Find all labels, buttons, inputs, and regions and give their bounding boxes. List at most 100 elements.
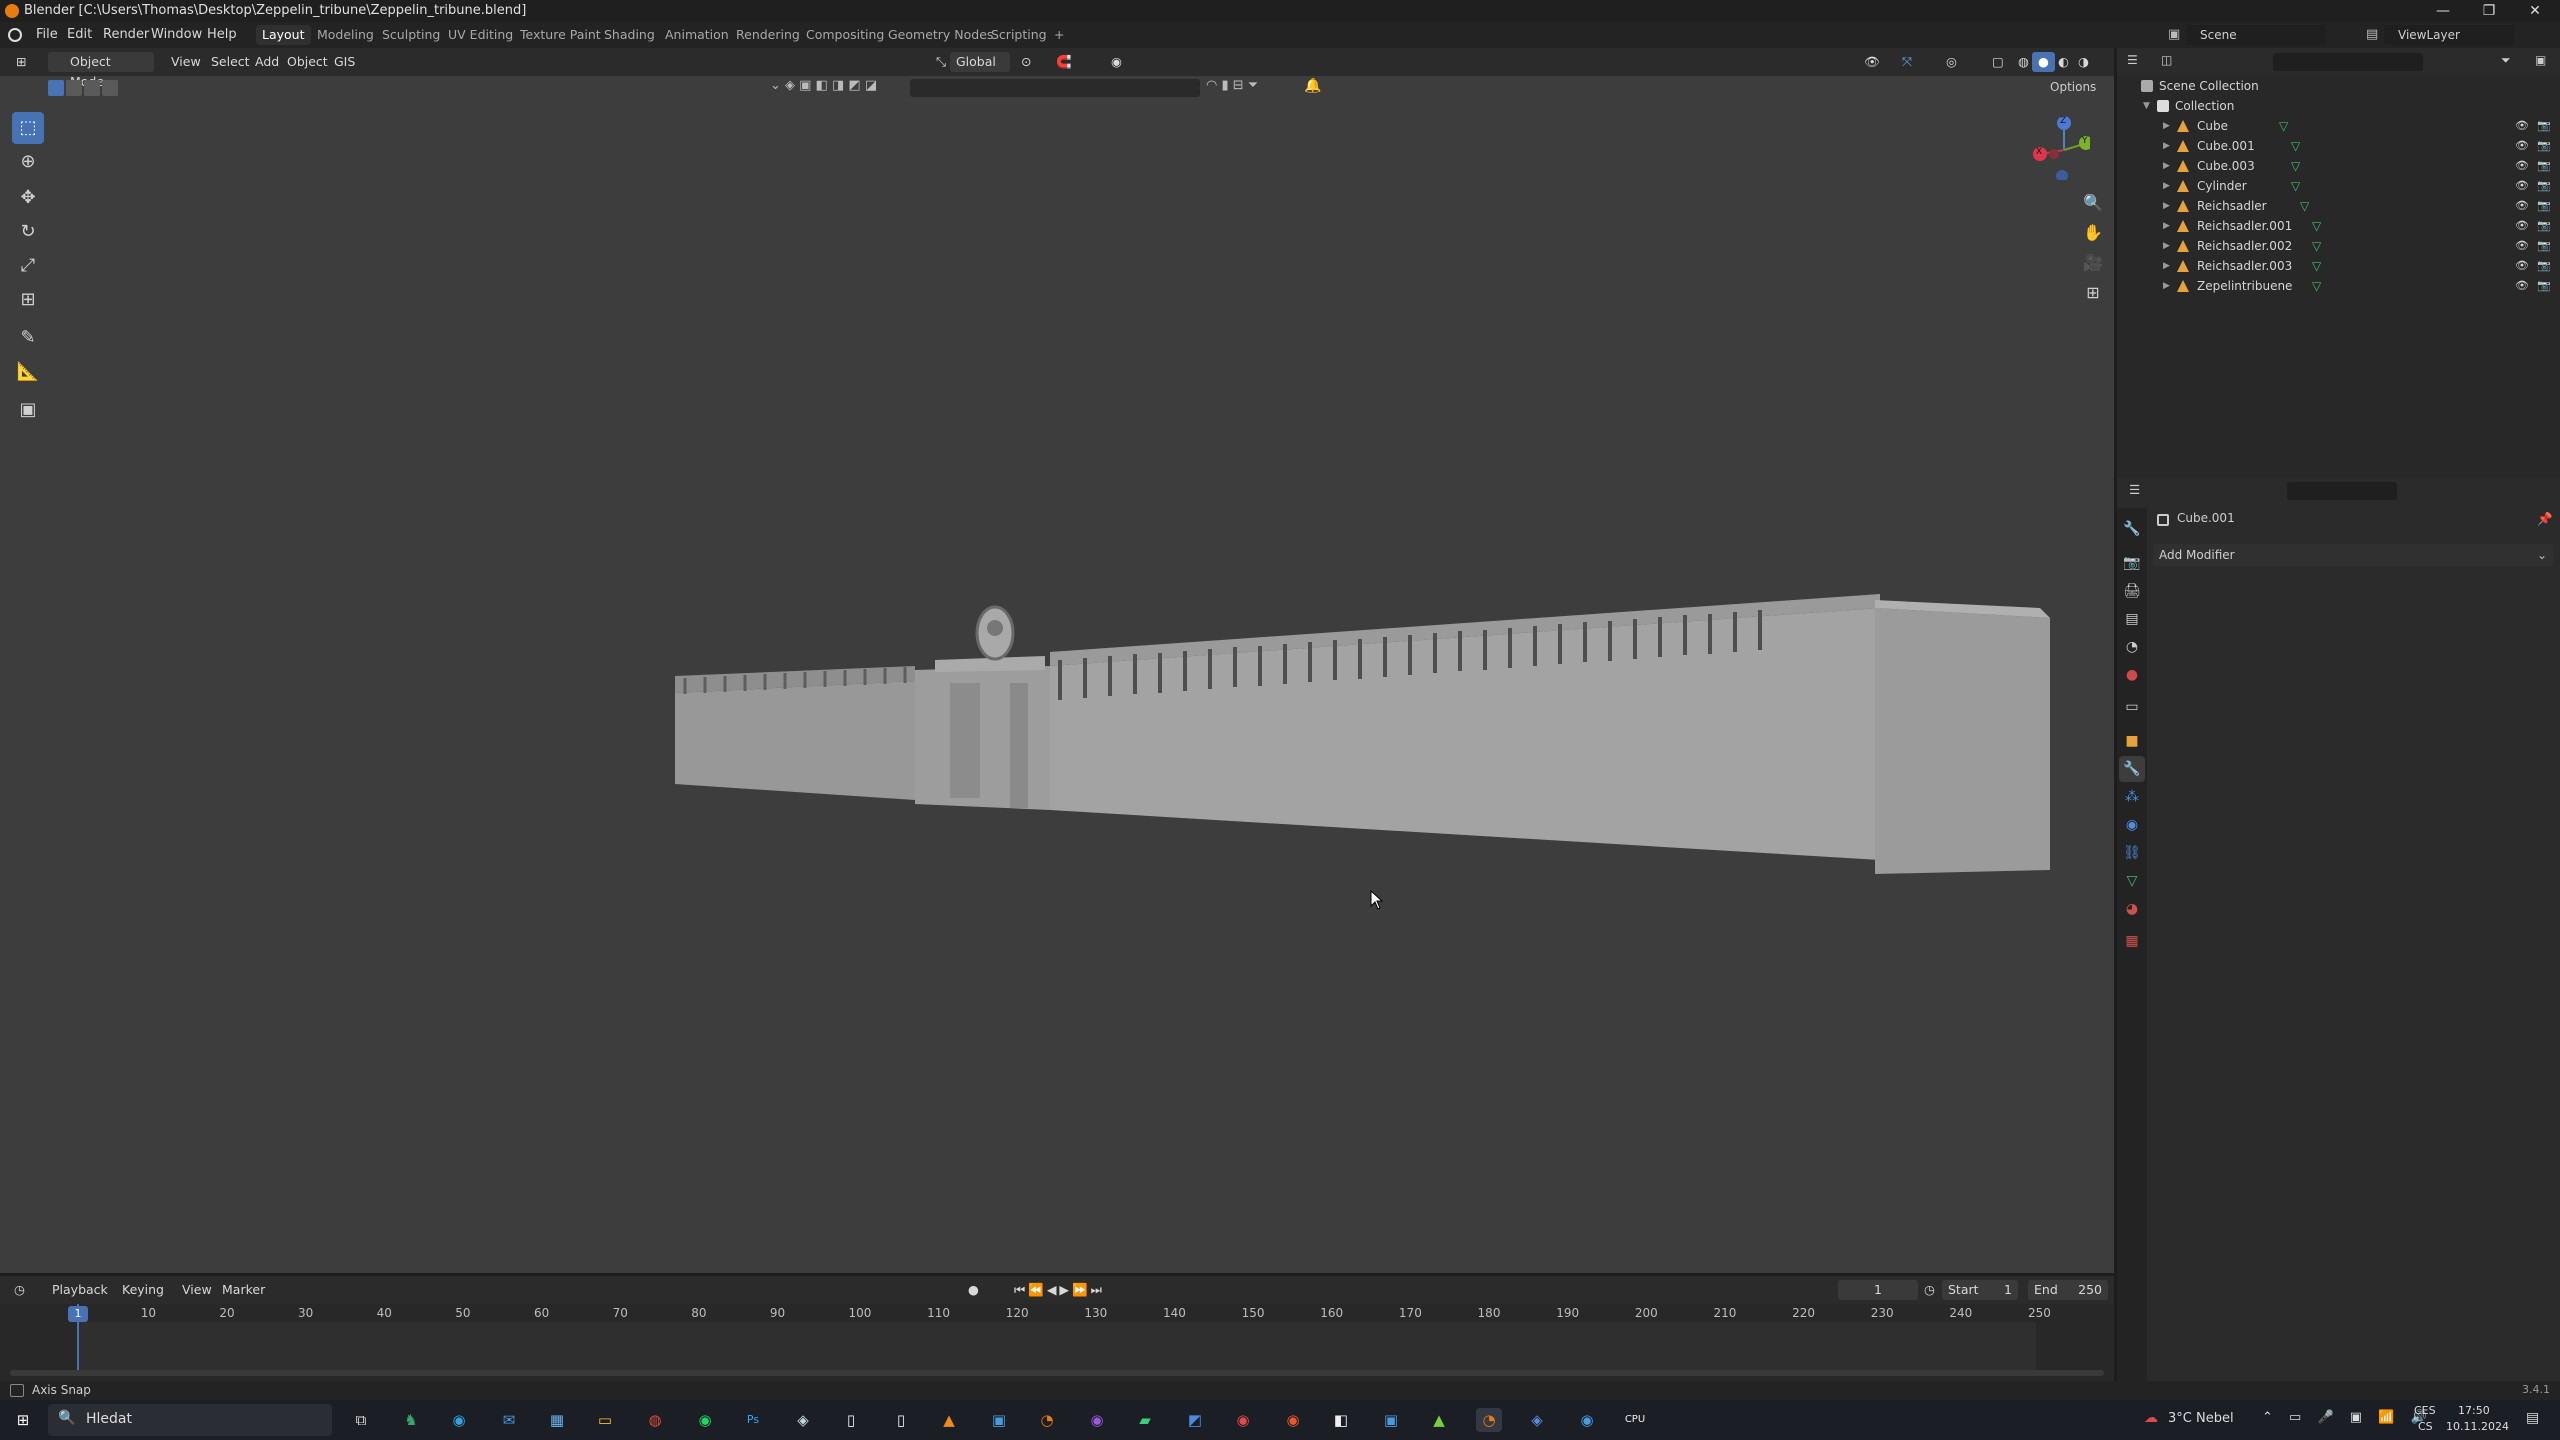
3d-viewport[interactable]: ⊞ Object Mode View Select Add Object GIS… xyxy=(0,48,2114,1273)
constraints-tab-icon[interactable]: ⛓ xyxy=(2119,840,2145,866)
notification-bell-icon[interactable]: 🔔 xyxy=(1304,78,1321,94)
pan-hand-icon[interactable]: ✋ xyxy=(2080,220,2106,246)
collapse-chevron-icon[interactable]: ▼ xyxy=(2143,96,2150,116)
chrome-icon[interactable]: ◍ xyxy=(642,1408,668,1432)
menu-render[interactable]: Render xyxy=(103,27,149,42)
outliner-item[interactable]: ▶ Cube ▽ 👁 📷 xyxy=(2117,116,2560,136)
tab-uv-editing[interactable]: UV Editing xyxy=(442,25,519,45)
menu-window[interactable]: Window xyxy=(151,27,202,42)
camera-view-icon[interactable]: 🎥 xyxy=(2080,250,2106,276)
add-cube-tool-icon[interactable]: ▣ xyxy=(12,394,44,426)
outliner-search-input[interactable] xyxy=(2273,53,2423,71)
weather-text[interactable]: 3°C Nebel xyxy=(2168,1411,2234,1426)
tab-geometry-nodes[interactable]: Geometry Nodes xyxy=(882,25,999,45)
clock-time[interactable]: 17:50 xyxy=(2458,1404,2490,1417)
scale-tool-icon[interactable]: ⤢ xyxy=(12,250,44,282)
app-icon-2[interactable]: ▣ xyxy=(986,1408,1012,1432)
filter-extra-icons[interactable]: ◠ ▮ ⊟ ⏷ xyxy=(1206,78,1258,93)
tab-animation[interactable]: Animation xyxy=(659,25,735,45)
render-camera-icon[interactable]: 📷 xyxy=(2537,196,2551,216)
outliner-item[interactable]: ▶ Reichsadler.002 ▽ 👁 📷 xyxy=(2117,236,2560,256)
transform-tool-icon[interactable]: ⊞ xyxy=(12,284,44,316)
expand-chevron-icon[interactable]: ▶ xyxy=(2163,196,2170,216)
app-icon-8[interactable]: ◧ xyxy=(1328,1408,1354,1432)
menu-gis[interactable]: GIS xyxy=(328,52,361,72)
outliner-item[interactable]: ▶ Reichsadler ▽ 👁 📷 xyxy=(2117,196,2560,216)
scene-tab-icon[interactable]: ◔ xyxy=(2119,634,2145,660)
outliner-editor-type-icon[interactable]: ☰ xyxy=(2127,53,2138,67)
tab-sculpting[interactable]: Sculpting xyxy=(376,25,446,45)
visibility-eye-icon[interactable]: 👁 xyxy=(2515,256,2529,276)
expand-chevron-icon[interactable]: ▶ xyxy=(2163,216,2170,236)
select-subtract-icon[interactable] xyxy=(84,80,100,96)
data-tab-icon[interactable]: ▽ xyxy=(2119,868,2145,894)
view-layer-selector[interactable]: ViewLayer xyxy=(2384,25,2514,45)
render-camera-icon[interactable]: 📷 xyxy=(2537,256,2551,276)
render-camera-icon[interactable]: 📷 xyxy=(2537,156,2551,176)
tool-tab-icon[interactable]: 🔧 xyxy=(2119,516,2145,542)
app-icon-7[interactable]: ◉ xyxy=(1280,1408,1306,1432)
tab-compositing[interactable]: Compositing xyxy=(800,25,890,45)
mesh-data-icon[interactable]: ▽ xyxy=(2300,196,2309,216)
expand-chevron-icon[interactable]: ▶ xyxy=(2163,156,2170,176)
modifier-tab-icon[interactable]: 🔧 xyxy=(2119,756,2145,782)
mesh-data-icon[interactable]: ▽ xyxy=(2312,216,2321,236)
editor-type-icon[interactable]: ⊞ xyxy=(10,52,32,72)
xray-toggle-icon[interactable]: ▢ xyxy=(1986,52,2010,72)
task-view-icon[interactable]: ⧉ xyxy=(348,1408,374,1432)
select-intersect-icon[interactable] xyxy=(102,80,118,96)
expand-chevron-icon[interactable]: ▶ xyxy=(2163,116,2170,136)
clock-date[interactable]: 10.11.2024 xyxy=(2446,1420,2509,1433)
outliner-item[interactable]: ▶ Cube.003 ▽ 👁 📷 xyxy=(2117,156,2560,176)
weather-icon[interactable]: ☁ xyxy=(2144,1410,2158,1426)
render-camera-icon[interactable]: 📷 xyxy=(2537,216,2551,236)
physics-tab-icon[interactable]: ◉ xyxy=(2119,812,2145,838)
playhead-frame-badge[interactable]: 1 xyxy=(68,1306,88,1322)
move-tool-icon[interactable]: ✥ xyxy=(12,182,44,214)
visibility-eye-icon[interactable]: 👁 xyxy=(2515,196,2529,216)
pin-icon[interactable]: 📌 xyxy=(2537,511,2553,527)
menu-timeline-view[interactable]: View xyxy=(176,1280,218,1300)
render-camera-icon[interactable]: 📷 xyxy=(2537,116,2551,136)
app-icon-3[interactable]: ◉ xyxy=(1084,1408,1110,1432)
texture-tab-icon[interactable]: ▦ xyxy=(2119,928,2145,954)
tab-scripting[interactable]: Scripting xyxy=(985,25,1053,45)
start-windows-icon[interactable]: ⊞ xyxy=(10,1408,36,1432)
menu-view[interactable]: View xyxy=(165,52,207,72)
gizmo-toggle-icon[interactable]: ⤧ xyxy=(1896,52,1918,72)
snap-icon[interactable]: 🧲 xyxy=(1050,52,1078,72)
app-icon-4[interactable]: ▰ xyxy=(1132,1408,1158,1432)
menu-keying[interactable]: Keying xyxy=(116,1280,170,1300)
start-frame-field[interactable]: Start 1 xyxy=(1942,1280,2018,1300)
auto-keying-icon[interactable]: ● xyxy=(962,1280,985,1300)
particles-tab-icon[interactable]: ⁂ xyxy=(2119,784,2145,810)
store-icon[interactable]: ▦ xyxy=(544,1408,570,1432)
app-icon-9[interactable]: ▣ xyxy=(1378,1408,1404,1432)
visibility-eye-icon[interactable]: 👁 xyxy=(2515,136,2529,156)
outliner-item[interactable]: ▶ Zepelintribuene ▽ 👁 📷 xyxy=(2117,276,2560,296)
app-icon-12[interactable]: ◉ xyxy=(1574,1408,1600,1432)
menu-object[interactable]: Object xyxy=(281,52,334,72)
scene-collection-row[interactable]: Scene Collection xyxy=(2117,76,2560,96)
add-modifier-dropdown[interactable]: Add Modifier ⌄ xyxy=(2153,544,2553,566)
visibility-eye-icon[interactable]: 👁 xyxy=(2515,156,2529,176)
app-icon-13[interactable]: CPU xyxy=(1622,1408,1648,1432)
tab-shading[interactable]: Shading xyxy=(598,25,661,45)
outliner-item[interactable]: ▶ Cube.001 ▽ 👁 📷 xyxy=(2117,136,2560,156)
annotate-tool-icon[interactable]: ✎ xyxy=(12,322,44,354)
app-icon-10[interactable]: ▲ xyxy=(1426,1408,1452,1432)
properties-editor-type-icon[interactable]: ☰ xyxy=(2129,482,2140,497)
file-explorer-icon[interactable]: ▭ xyxy=(592,1408,618,1432)
tab-modeling[interactable]: Modeling xyxy=(311,25,380,45)
menu-marker[interactable]: Marker xyxy=(216,1280,271,1300)
add-workspace-button[interactable]: + xyxy=(1048,25,1070,45)
outliner-item[interactable]: ▶ Reichsadler.003 ▽ 👁 📷 xyxy=(2117,256,2560,276)
display-mode-icon[interactable]: ◫ xyxy=(2161,53,2172,67)
output-tab-icon[interactable]: 🖨 xyxy=(2119,578,2145,604)
steam-icon[interactable]: ◈ xyxy=(790,1408,816,1432)
app-icon-5[interactable]: ◩ xyxy=(1182,1408,1208,1432)
current-frame-field[interactable]: 1 xyxy=(1838,1280,1918,1300)
photoshop-icon[interactable]: Ps xyxy=(740,1408,766,1432)
document-icon-2[interactable]: ▯ xyxy=(888,1408,914,1432)
edge-icon[interactable]: ◉ xyxy=(446,1408,472,1432)
